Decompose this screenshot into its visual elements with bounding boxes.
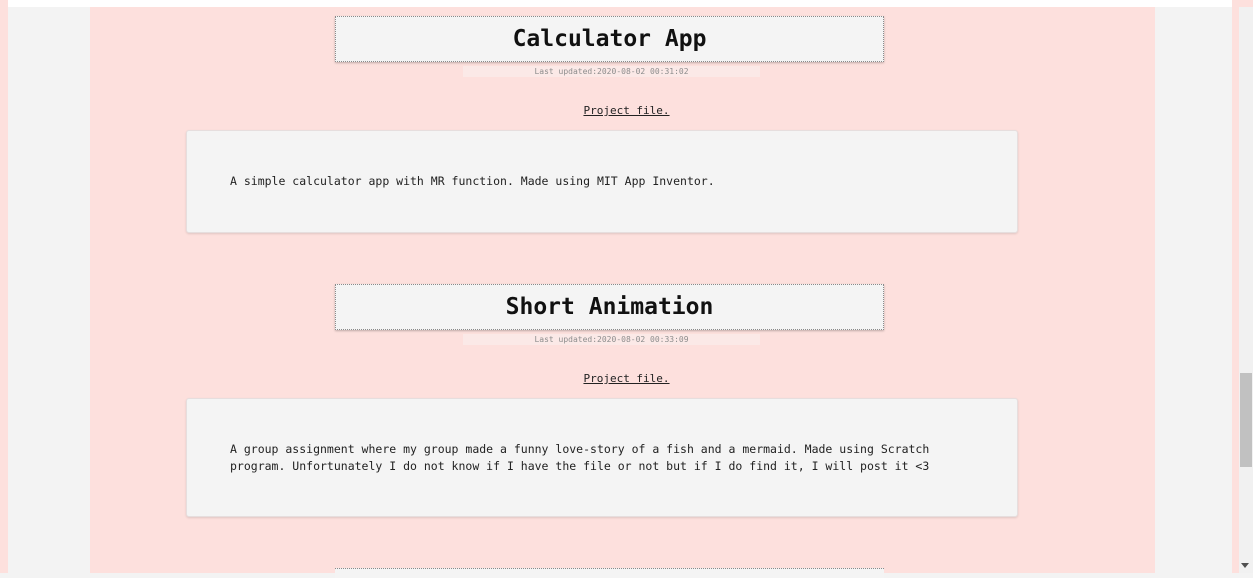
project-file-link[interactable]: Project file.	[0, 372, 1253, 385]
scrollbar[interactable]	[1239, 7, 1253, 573]
project-description-card: A group assignment where my group made a…	[186, 398, 1018, 517]
last-updated: Last updated:2020-08-02 00:33:09	[463, 334, 760, 345]
project-title-box: Calculator App	[335, 16, 884, 62]
next-project-title-box	[335, 568, 884, 578]
project-description: A simple calculator app with MR function…	[230, 174, 715, 188]
scrollbar-thumb[interactable]	[1240, 373, 1252, 467]
project-title: Short Animation	[505, 294, 714, 320]
project-description: A group assignment where my group made a…	[230, 441, 930, 473]
last-updated: Last updated:2020-08-02 00:31:02	[463, 66, 760, 77]
left-edge	[0, 0, 8, 573]
right-gutter	[1155, 7, 1232, 573]
project-title: Calculator App	[512, 26, 707, 52]
project-file-link[interactable]: Project file.	[0, 104, 1253, 117]
top-strip	[0, 0, 1253, 7]
project-title-box: Short Animation	[335, 284, 884, 330]
project-description-card: A simple calculator app with MR function…	[186, 130, 1018, 233]
scroll-down-arrow-icon[interactable]	[1241, 563, 1249, 568]
